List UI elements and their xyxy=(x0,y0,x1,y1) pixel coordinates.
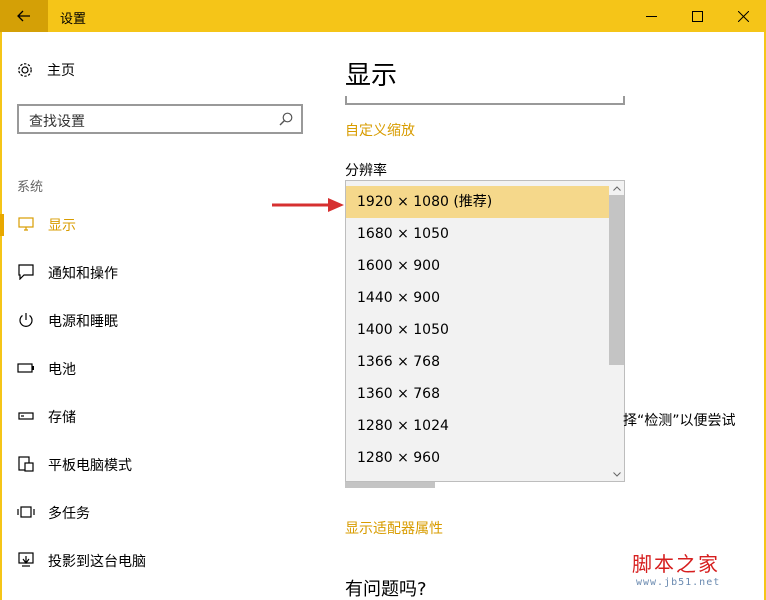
resolution-option[interactable]: 1280 × 960 xyxy=(346,442,609,474)
sidebar-item-tablet-mode[interactable]: 平板电脑模式 xyxy=(0,444,320,484)
storage-icon xyxy=(17,407,35,425)
monitor-icon xyxy=(17,215,35,233)
sidebar-item-project[interactable]: 投影到这台电脑 xyxy=(0,540,320,580)
back-button[interactable] xyxy=(0,0,48,32)
active-indicator xyxy=(0,214,4,236)
resolution-option[interactable]: 1680 × 1050 xyxy=(346,218,609,250)
home-label: 主页 xyxy=(47,63,75,79)
sidebar-item-label: 投影到这台电脑 xyxy=(48,554,146,570)
resolution-option[interactable]: 1280 × 1024 xyxy=(346,410,609,442)
sidebar-item-storage[interactable]: 存储 xyxy=(0,396,320,436)
sidebar-item-label: 平板电脑模式 xyxy=(48,458,132,474)
help-heading: 有问题吗? xyxy=(345,579,427,600)
hidden-control-edge xyxy=(345,482,435,488)
sidebar-item-notifications[interactable]: 通知和操作 xyxy=(0,252,320,292)
resolution-option[interactable]: 1400 × 1050 xyxy=(346,314,609,346)
title-bar: 设置 xyxy=(0,0,766,32)
page-title: 显示 xyxy=(345,61,398,91)
resolution-option[interactable]: 1360 × 768 xyxy=(346,378,609,410)
resolution-option[interactable]: 1600 × 900 xyxy=(346,250,609,282)
red-arrow-annotation xyxy=(272,198,344,212)
window-title: 设置 xyxy=(60,12,87,27)
minimize-icon xyxy=(645,15,657,17)
maximize-icon xyxy=(691,10,703,22)
sidebar-item-power[interactable]: 电源和睡眠 xyxy=(0,300,320,340)
notification-icon xyxy=(17,263,35,281)
home-link[interactable]: 主页 xyxy=(16,60,75,80)
scale-control-edge xyxy=(345,96,625,105)
tablet-mode-icon xyxy=(17,455,35,473)
resolution-label: 分辨率 xyxy=(345,163,387,179)
close-icon xyxy=(737,10,749,22)
watermark-logo: 脚本之家 xyxy=(632,552,720,576)
adapter-properties-link[interactable]: 显示适配器属性 xyxy=(345,518,443,538)
back-arrow-icon xyxy=(17,10,30,22)
sidebar-item-label: 通知和操作 xyxy=(48,266,118,282)
scrollbar-thumb[interactable] xyxy=(609,195,624,365)
resolution-option[interactable]: 1366 × 768 xyxy=(346,346,609,378)
chevron-down-icon xyxy=(613,471,621,477)
resolution-option[interactable]: 1920 × 1080 (推荐) xyxy=(346,186,609,218)
section-label-system: 系统 xyxy=(17,180,44,195)
resolution-dropdown-list[interactable]: 1920 × 1080 (推荐) 1680 × 1050 1600 × 900 … xyxy=(345,180,625,482)
multitask-icon xyxy=(17,503,35,521)
project-icon xyxy=(17,551,35,569)
sidebar-item-label: 显示 xyxy=(48,218,76,234)
minimize-button[interactable] xyxy=(628,0,674,32)
search-icon[interactable] xyxy=(279,112,293,126)
sidebar-item-label: 电源和睡眠 xyxy=(48,314,118,330)
gear-icon xyxy=(18,63,32,77)
search-input[interactable]: 查找设置 xyxy=(29,111,85,131)
power-icon xyxy=(17,311,35,329)
close-button[interactable] xyxy=(720,0,766,32)
resolution-option[interactable]: 1440 × 900 xyxy=(346,282,609,314)
scroll-up-button[interactable] xyxy=(609,181,624,195)
custom-scaling-link[interactable]: 自定义缩放 xyxy=(345,120,415,140)
scroll-down-button[interactable] xyxy=(609,467,624,481)
sidebar-item-label: 多任务 xyxy=(48,506,90,522)
detect-hint-text: 择“检测”以便尝试 xyxy=(623,413,736,429)
watermark-url: www.jb51.net xyxy=(636,577,721,588)
sidebar-item-label: 电池 xyxy=(48,362,76,378)
search-box[interactable]: 查找设置 xyxy=(17,104,303,134)
sidebar-item-battery[interactable]: 电池 xyxy=(0,348,320,388)
chevron-up-icon xyxy=(613,185,621,191)
sidebar-item-label: 存储 xyxy=(48,410,76,426)
battery-icon xyxy=(17,359,35,377)
maximize-button[interactable] xyxy=(674,0,720,32)
sidebar-item-multitasking[interactable]: 多任务 xyxy=(0,492,320,532)
